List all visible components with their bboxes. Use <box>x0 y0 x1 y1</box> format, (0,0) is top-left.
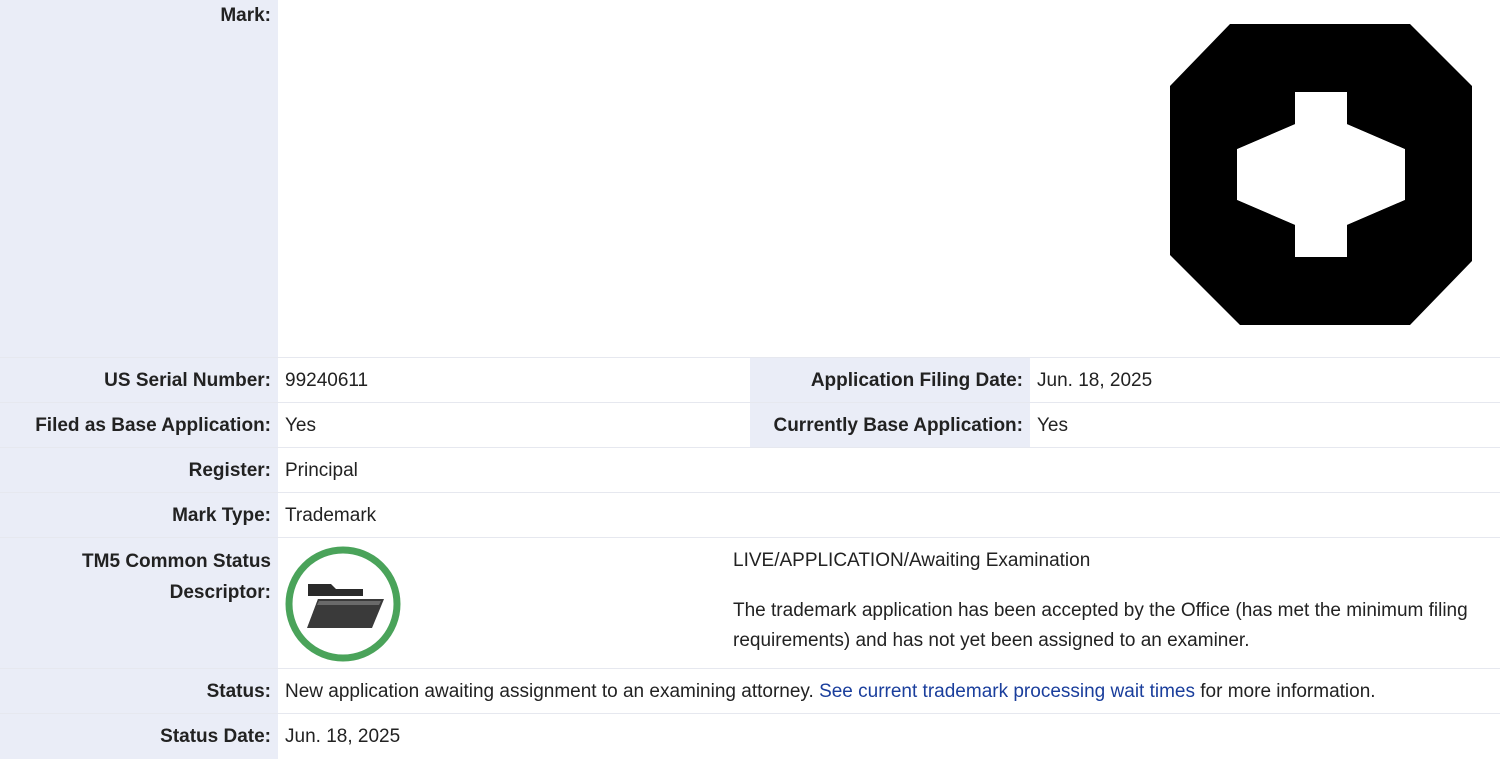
serial-value: 99240611 <box>285 370 369 391</box>
tm5-label-line1: TM5 Common Status <box>82 551 271 572</box>
register-value: Principal <box>285 460 358 481</box>
tm5-description: The trademark application has been accep… <box>733 600 1468 651</box>
status-text: New application awaiting assignment to a… <box>285 681 820 702</box>
wait-times-link[interactable]: See current trademark processing wait ti… <box>819 681 1195 702</box>
status-label: Status: <box>0 669 278 714</box>
tm5-icon-cell <box>278 538 733 669</box>
tm5-status-line: LIVE/APPLICATION/Awaiting Examination <box>733 550 1091 571</box>
tm5-text-cell: LIVE/APPLICATION/Awaiting Examination Th… <box>733 538 1500 669</box>
mark-type-value: Trademark <box>285 505 377 526</box>
status-date-row: Status Date: Jun. 18, 2025 <box>0 713 1500 759</box>
serial-label: US Serial Number: <box>0 358 278 403</box>
mark-label: Mark: <box>0 0 278 357</box>
current-base-value: Yes <box>1037 415 1068 436</box>
filing-date-value: Jun. 18, 2025 <box>1037 370 1153 391</box>
mark-row: Mark: <box>0 0 1500 357</box>
register-row: Register: Principal <box>0 447 1500 493</box>
status-value: New application awaiting assignment to a… <box>278 669 1376 714</box>
mark-image-area <box>278 0 1500 357</box>
filing-date-label: Application Filing Date: <box>750 358 1030 403</box>
status-text-after: for more information. <box>1195 681 1376 702</box>
tm5-label-line2: Descriptor: <box>169 582 271 603</box>
octagon-ring-mark-icon <box>1170 24 1472 325</box>
tm5-label: TM5 Common Status Descriptor: <box>0 538 278 669</box>
status-row: Status: New application awaiting assignm… <box>0 668 1500 714</box>
base-application-value: Yes <box>285 415 316 436</box>
base-application-row: Filed as Base Application: Yes Currently… <box>0 402 1500 448</box>
base-application-label: Filed as Base Application: <box>0 403 278 448</box>
mark-type-row: Mark Type: Trademark <box>0 492 1500 538</box>
status-circle-icon <box>285 546 401 662</box>
mark-type-label: Mark Type: <box>0 493 278 538</box>
register-label: Register: <box>0 448 278 493</box>
status-date-label: Status Date: <box>0 714 278 759</box>
serial-row: US Serial Number: 99240611 Application F… <box>0 357 1500 403</box>
current-base-label: Currently Base Application: <box>750 403 1030 448</box>
status-date-value: Jun. 18, 2025 <box>285 726 401 747</box>
tm5-row: TM5 Common Status Descriptor: LIVE/APPLI… <box>0 537 1500 669</box>
